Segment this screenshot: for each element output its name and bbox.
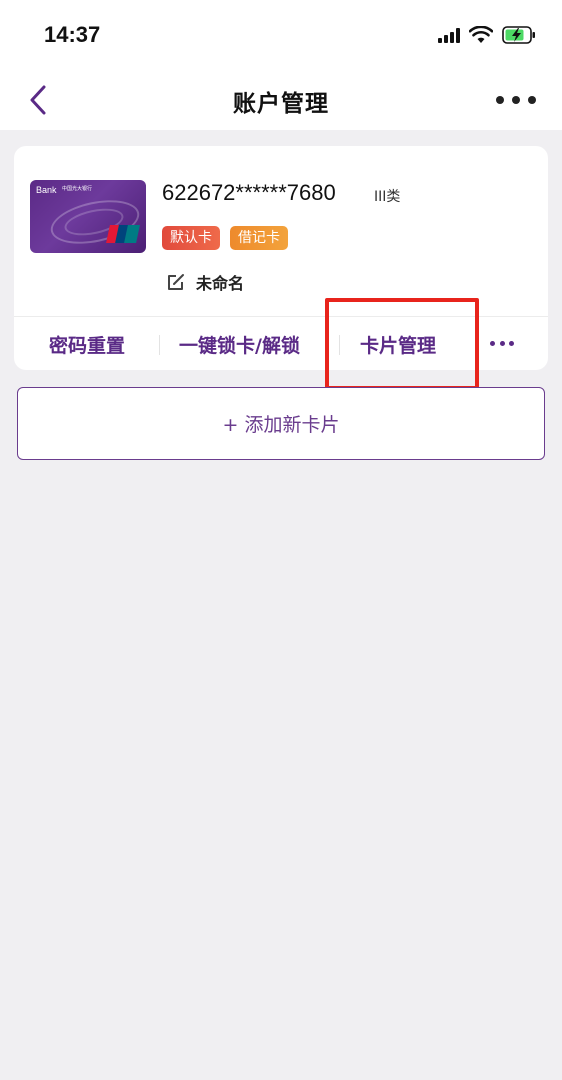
debit-card-badge: 借记卡: [230, 226, 288, 250]
card-number: 622672******7680: [162, 180, 336, 205]
more-actions-button[interactable]: [490, 341, 514, 347]
more-options-button[interactable]: [496, 94, 536, 106]
edit-icon: [168, 274, 184, 290]
status-time: 14:37: [44, 22, 101, 47]
signal-icon: [438, 27, 460, 43]
status-bar: 14:37: [0, 0, 562, 70]
card-panel: Bank 中国光大银行 622672******7680 III类 默认卡 借记…: [14, 146, 548, 370]
card-management-button[interactable]: 卡片管理: [360, 331, 436, 358]
card-actions-bar: 密码重置 一键锁卡/解锁 卡片管理: [14, 317, 548, 370]
reset-password-button[interactable]: 密码重置: [49, 331, 125, 358]
more-dots-icon: [490, 341, 495, 346]
page-title: 账户管理: [233, 91, 329, 117]
add-new-card-label: + 添加新卡片: [222, 414, 340, 436]
default-card-badge: 默认卡: [162, 226, 220, 250]
unionpay-logo: [106, 225, 140, 243]
divider: [159, 335, 160, 355]
divider: [339, 335, 340, 355]
add-new-card-button[interactable]: + 添加新卡片: [17, 387, 545, 460]
battery-charging-icon: [502, 26, 535, 44]
status-icons: [438, 24, 536, 46]
card-brand: Bank: [36, 185, 57, 195]
more-dots-icon: [496, 96, 504, 104]
card-brand-cn: 中国光大银行: [62, 186, 93, 192]
lock-unlock-card-button[interactable]: 一键锁卡/解锁: [179, 331, 300, 358]
card-class-label: III类: [374, 189, 401, 205]
card-name-label: 未命名: [196, 274, 245, 293]
nav-bar: 账户管理: [0, 70, 562, 130]
wifi-icon: [469, 26, 493, 43]
bank-card-image[interactable]: Bank 中国光大银行: [30, 180, 146, 253]
rename-card-button[interactable]: 未命名: [166, 270, 244, 294]
